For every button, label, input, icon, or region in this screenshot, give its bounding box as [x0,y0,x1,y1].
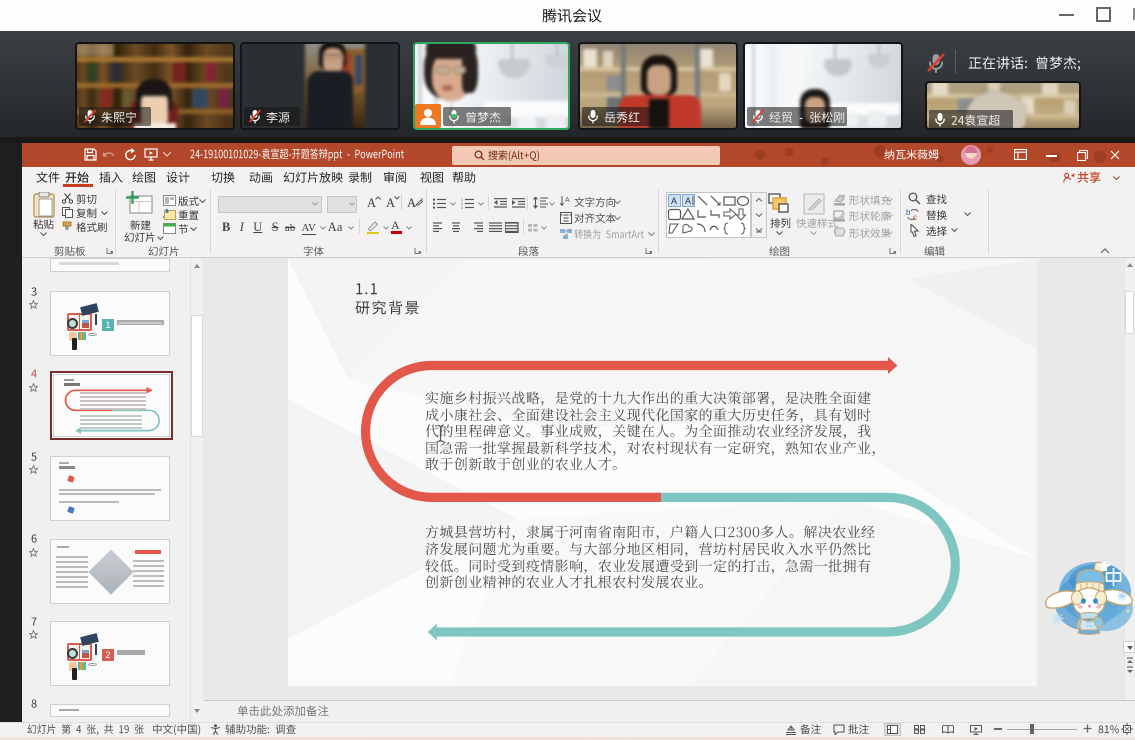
svg-text:A: A [671,196,677,206]
svg-text:b: b [906,208,911,217]
svg-text:c: c [913,213,917,221]
svg-text:A: A [565,197,570,204]
svg-text:A: A [685,196,691,206]
svg-text:3: 3 [461,206,463,209]
